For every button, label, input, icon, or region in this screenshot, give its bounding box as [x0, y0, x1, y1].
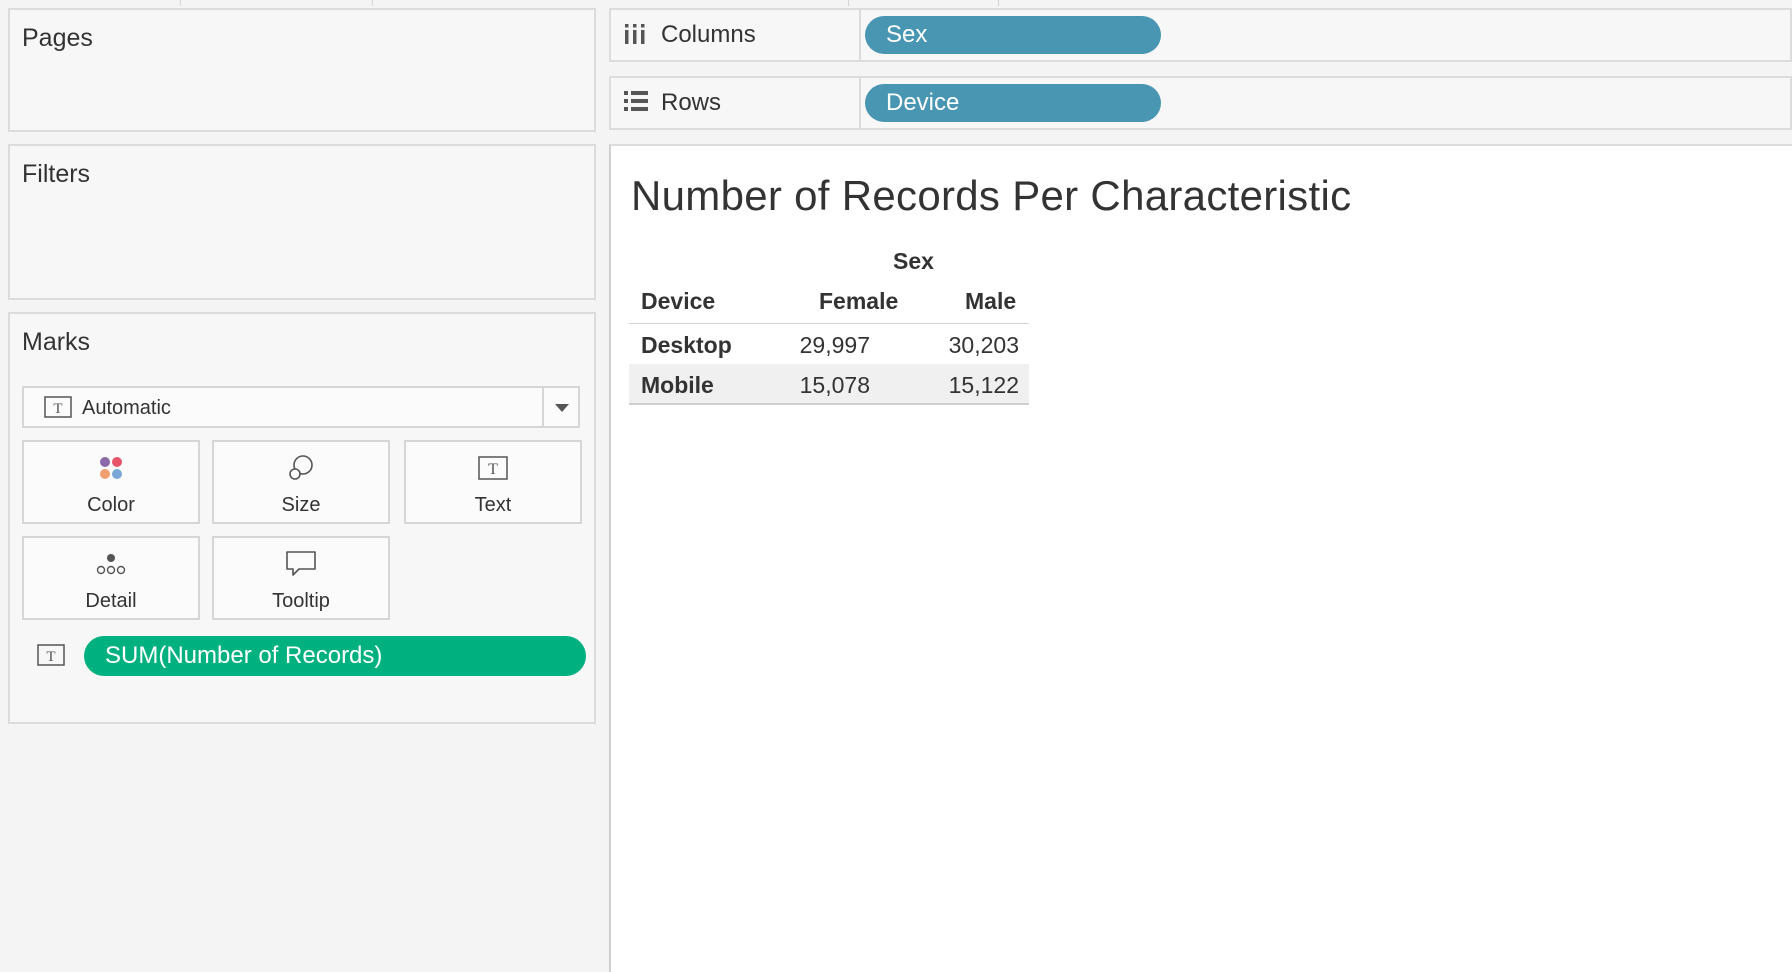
table-row[interactable]: Desktop 29,997 30,203	[629, 324, 1029, 364]
marks-card: Marks T Automatic Color Size T Text Deta…	[8, 312, 596, 724]
pages-card[interactable]: Pages	[8, 8, 596, 132]
color-button-label: Color	[87, 494, 135, 516]
table-row[interactable]: Mobile 15,078 15,122	[629, 364, 1029, 404]
color-icon	[24, 452, 198, 484]
rows-icon	[623, 90, 649, 117]
mark-type-dropdown[interactable]: T Automatic	[22, 386, 580, 428]
rows-shelf[interactable]: Rows Device	[609, 76, 1792, 130]
text-icon: T	[406, 452, 580, 484]
cell-mobile-female[interactable]: 15,078	[770, 372, 870, 399]
ruler-tick	[372, 0, 373, 6]
rows-shelf-label: Rows	[661, 89, 722, 116]
top-ruler	[0, 0, 1792, 8]
device-row-pill[interactable]: Device	[865, 84, 1161, 122]
sex-column-pill[interactable]: Sex	[865, 16, 1161, 54]
columns-shelf-label: Columns	[661, 21, 756, 48]
tooltip-button-label: Tooltip	[272, 590, 330, 612]
dropdown-divider	[542, 388, 544, 426]
columns-shelf[interactable]: Columns Sex	[609, 8, 1792, 62]
cell-desktop-female[interactable]: 29,997	[770, 332, 870, 359]
detail-button[interactable]: Detail	[22, 536, 200, 620]
row-header-mobile: Mobile	[641, 372, 714, 398]
column-header-male[interactable]: Male	[965, 288, 1016, 315]
marks-field-row: T SUM(Number of Records)	[22, 636, 586, 678]
column-header-female[interactable]: Female	[819, 288, 898, 315]
detail-button-label: Detail	[85, 590, 137, 612]
sum-number-of-records-pill[interactable]: SUM(Number of Records)	[84, 636, 586, 676]
cell-mobile-male[interactable]: 15,122	[919, 372, 1019, 399]
text-button-label: Text	[474, 494, 512, 516]
table-bottom-border	[629, 403, 1029, 405]
svg-text:T: T	[53, 401, 62, 417]
row-header-desktop: Desktop	[641, 332, 732, 358]
ruler-tick	[180, 0, 181, 6]
tooltip-icon	[214, 548, 388, 580]
filters-card[interactable]: Filters	[8, 144, 596, 300]
filters-card-title: Filters	[22, 160, 91, 188]
size-button[interactable]: Size	[212, 440, 390, 524]
mark-type-label: Automatic	[82, 397, 171, 419]
worksheet-title[interactable]: Number of Records Per Characteristic	[631, 172, 1351, 220]
worksheet-view[interactable]: Number of Records Per Characteristic Sex…	[609, 144, 1792, 972]
svg-text:T: T	[488, 461, 498, 478]
rows-shelf-label-area: Rows	[611, 78, 861, 128]
columns-shelf-label-area: Columns	[611, 10, 861, 60]
tooltip-button[interactable]: Tooltip	[212, 536, 390, 620]
column-field-header[interactable]: Sex	[893, 248, 934, 275]
marks-card-title: Marks	[22, 328, 91, 356]
size-icon	[214, 452, 388, 484]
pages-card-title: Pages	[22, 24, 93, 52]
text-icon[interactable]: T	[37, 644, 65, 671]
cell-desktop-male[interactable]: 30,203	[919, 332, 1019, 359]
ruler-tick	[848, 0, 849, 6]
ruler-tick	[998, 0, 999, 6]
svg-text:T: T	[46, 649, 55, 665]
size-button-label: Size	[281, 494, 321, 516]
chevron-down-icon[interactable]	[555, 404, 569, 412]
text-button[interactable]: T Text	[404, 440, 582, 524]
color-button[interactable]: Color	[22, 440, 200, 524]
columns-icon	[623, 22, 647, 51]
row-field-header[interactable]: Device	[641, 288, 715, 315]
detail-icon	[24, 548, 198, 580]
text-mark-icon: T	[44, 396, 72, 423]
